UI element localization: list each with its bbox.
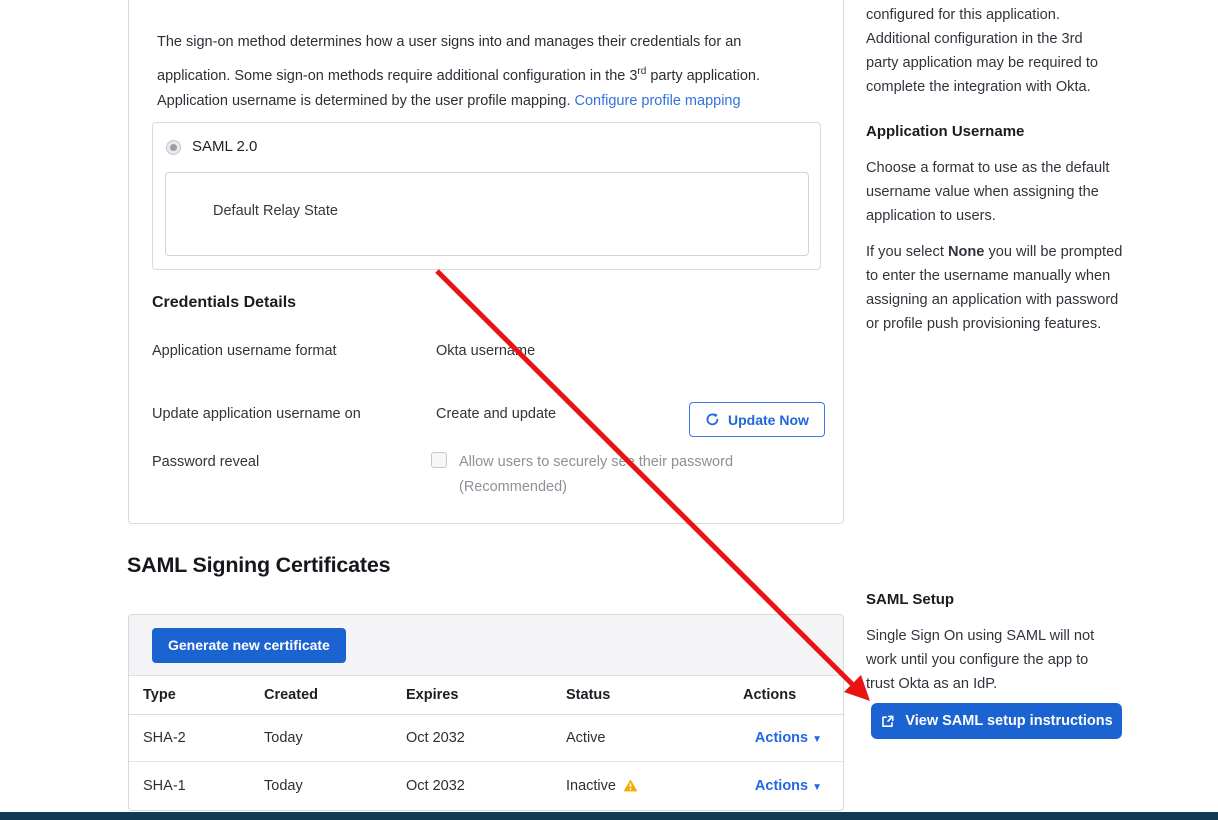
none-emphasis: None — [948, 244, 984, 260]
password-reveal-checkbox[interactable] — [431, 452, 447, 468]
username-format-label: Application username format — [152, 343, 337, 359]
table-row: SHA-2 Today Oct 2032 Active Actions▼ — [129, 715, 843, 762]
window-bottom-edge — [0, 812, 1218, 820]
application-username-p2: If you select None you will be prompted … — [866, 240, 1141, 336]
password-reveal-label: Password reveal — [152, 454, 259, 470]
application-username-p1: Choose a format to use as the default us… — [866, 156, 1128, 228]
application-username-heading: Application Username — [866, 123, 1024, 140]
saml-signing-certificates-heading: SAML Signing Certificates — [127, 553, 390, 578]
col-header-actions: Actions — [743, 687, 843, 703]
username-format-value: Okta username — [436, 343, 535, 359]
password-reveal-description: Allow users to securely see their passwo… — [459, 450, 733, 499]
caret-down-icon: ▼ — [812, 734, 822, 745]
col-header-created: Created — [264, 687, 406, 703]
saml-radio-label: SAML 2.0 — [192, 138, 257, 155]
sign-on-method-description: The sign-on method determines how a user… — [157, 27, 817, 91]
refresh-icon — [705, 412, 720, 427]
certificates-toolbar: Generate new certificate — [129, 615, 843, 676]
update-username-on-label: Update application username on — [152, 406, 361, 422]
cert-type: SHA-2 — [143, 730, 264, 746]
table-row: SHA-1 Today Oct 2032 Inactive Actions▼ — [129, 762, 843, 809]
configure-profile-mapping-link[interactable]: Configure profile mapping — [575, 93, 741, 109]
cert-created: Today — [264, 778, 406, 794]
generate-new-certificate-button[interactable]: Generate new certificate — [152, 628, 346, 663]
saml-radio-button[interactable] — [166, 140, 181, 155]
credentials-details-heading: Credentials Details — [152, 294, 296, 312]
superscript-rd: rd — [637, 66, 646, 77]
status-badge: Inactive — [566, 778, 743, 794]
col-header-status: Status — [566, 687, 743, 703]
row-actions-menu[interactable]: Actions▼ — [755, 730, 822, 746]
status-badge: Active — [566, 730, 743, 746]
warning-icon — [623, 779, 638, 792]
profile-mapping-note: Application username is determined by th… — [157, 87, 837, 115]
col-header-expires: Expires — [406, 687, 566, 703]
col-header-type: Type — [143, 687, 264, 703]
radio-dot — [170, 144, 177, 151]
cert-expires: Oct 2032 — [406, 730, 566, 746]
certificates-table-panel: Generate new certificate Type Created Ex… — [128, 614, 844, 811]
row-actions-menu[interactable]: Actions▼ — [755, 778, 822, 794]
update-now-button[interactable]: Update Now — [689, 402, 825, 437]
update-username-on-value: Create and update — [436, 406, 556, 422]
sidebar-signon-help-text: configured for this application. Additio… — [866, 3, 1116, 99]
saml-setup-text: Single Sign On using SAML will not work … — [866, 624, 1118, 696]
cert-created: Today — [264, 730, 406, 746]
certificates-table-header: Type Created Expires Status Actions — [129, 676, 843, 715]
default-relay-state-label: Default Relay State — [213, 203, 338, 219]
cert-expires: Oct 2032 — [406, 778, 566, 794]
saml-setup-heading: SAML Setup — [866, 591, 954, 608]
view-saml-setup-instructions-button[interactable]: View SAML setup instructions — [871, 703, 1122, 739]
cert-type: SHA-1 — [143, 778, 264, 794]
external-link-icon — [880, 714, 895, 729]
caret-down-icon: ▼ — [812, 782, 822, 793]
